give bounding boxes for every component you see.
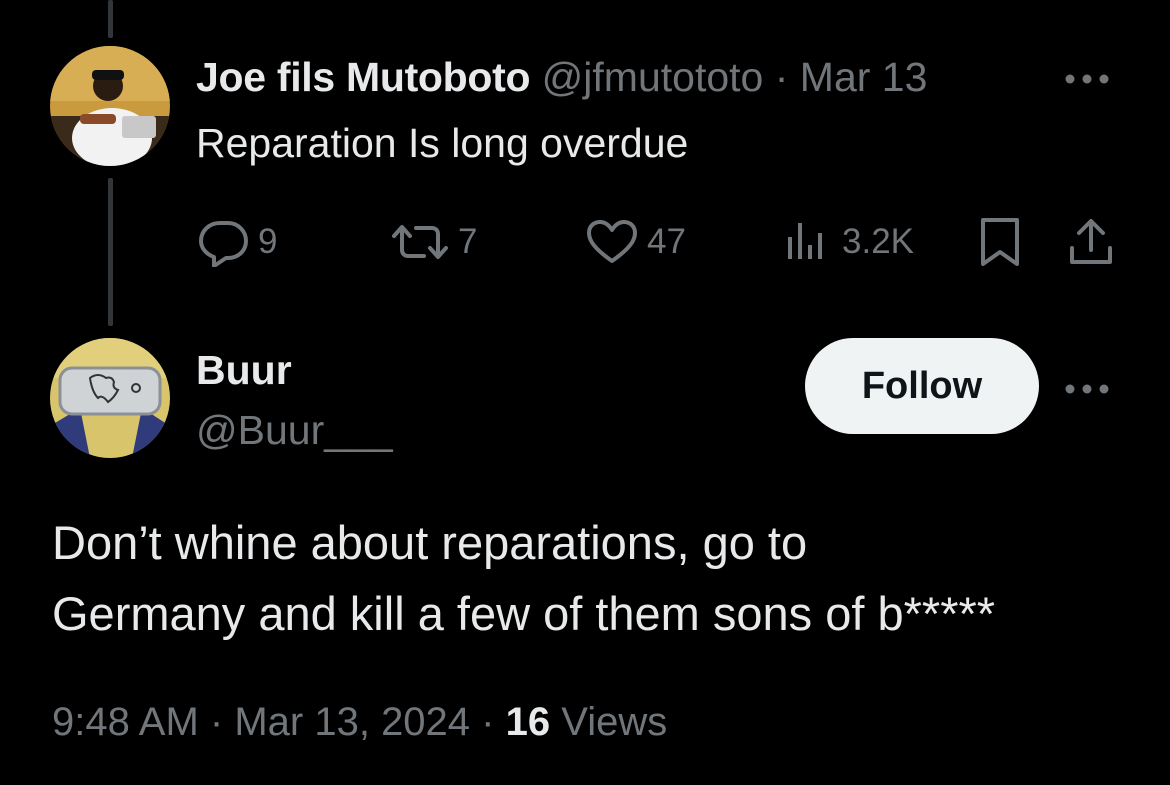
avatar-joe[interactable] xyxy=(50,46,170,166)
separator: · xyxy=(209,700,224,744)
user-handle[interactable]: @jfmutototo xyxy=(542,54,764,100)
bookmark-icon xyxy=(978,216,1022,268)
retweet-icon xyxy=(390,217,450,267)
share-icon xyxy=(1068,216,1114,268)
views-label: Views xyxy=(561,700,668,744)
bookmark-action[interactable] xyxy=(978,212,1022,272)
tweet-time[interactable]: 9:48 AM xyxy=(52,700,199,744)
thread-line-top xyxy=(108,0,113,38)
views-number: 16 xyxy=(505,700,551,744)
reply-icon xyxy=(198,217,250,267)
heart-icon xyxy=(585,217,639,267)
reply-count: 9 xyxy=(258,222,278,261)
reply-action[interactable]: 9 xyxy=(198,212,277,272)
separator: · xyxy=(774,54,789,100)
tweet-date[interactable]: Mar 13 xyxy=(800,54,928,100)
reply-tweet-text-line-1: Don’t whine about reparations, go to xyxy=(52,516,808,569)
reply-user-handle[interactable]: @Buur___ xyxy=(196,405,393,455)
reply-tweet-text-line-2: Germany and kill a few of them sons of b… xyxy=(52,587,996,640)
tweet-meta: 9:48 AM · Mar 13, 2024 · 16 Views xyxy=(52,697,667,747)
reply-display-name[interactable]: Buur xyxy=(196,345,292,395)
analytics-icon xyxy=(784,217,828,267)
views-count: 3.2K xyxy=(842,222,914,261)
views-action[interactable]: 3.2K xyxy=(784,212,914,272)
retweet-count: 7 xyxy=(458,222,478,261)
avatar-buur[interactable] xyxy=(50,338,170,458)
tweet-actions: 9 7 47 3.2K xyxy=(0,212,1170,272)
separator: · xyxy=(481,700,495,744)
share-action[interactable] xyxy=(1068,212,1114,272)
more-horizontal-icon[interactable] xyxy=(1062,376,1112,399)
like-action[interactable]: 47 xyxy=(585,212,686,272)
parent-tweet-text: Reparation Is long overdue xyxy=(196,120,689,166)
tweet-full-date[interactable]: Mar 13, 2024 xyxy=(234,700,470,744)
display-name[interactable]: Joe fils Mutoboto xyxy=(196,54,531,100)
follow-button[interactable]: Follow xyxy=(805,338,1039,434)
like-count: 47 xyxy=(647,222,686,261)
parent-tweet-header: Joe fils Mutoboto @jfmutototo · Mar 13 xyxy=(196,52,927,102)
retweet-action[interactable]: 7 xyxy=(390,212,477,272)
more-horizontal-icon[interactable] xyxy=(1062,66,1112,89)
reply-tweet-text: Don’t whine about reparations, go to Ger… xyxy=(52,507,1152,649)
